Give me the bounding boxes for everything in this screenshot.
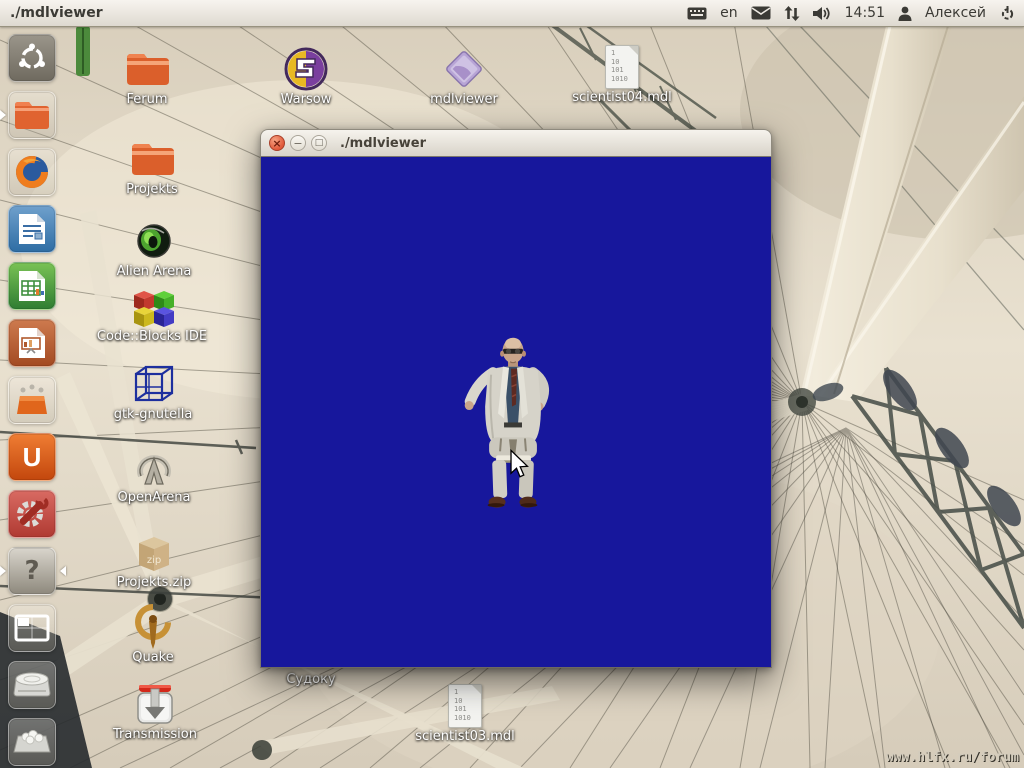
trash-icon bbox=[12, 728, 52, 756]
transmission-icon bbox=[133, 681, 177, 727]
purple-diamond-icon bbox=[442, 46, 486, 92]
hard-disk-icon bbox=[12, 669, 52, 701]
desktop-icon-scientist04-mdl[interactable]: 1 10 101 1010 scientist04.mdl bbox=[557, 44, 687, 105]
panel-app-title: ./mdlviewer bbox=[10, 5, 103, 21]
binary-document-icon: 1 10 101 1010 bbox=[605, 44, 639, 90]
maximize-button[interactable]: □ bbox=[311, 135, 327, 151]
dock-item-libreoffice-writer[interactable] bbox=[8, 205, 56, 253]
mail-icon[interactable] bbox=[751, 6, 771, 20]
zip-box-icon: zip bbox=[131, 529, 177, 575]
four-cubes-icon bbox=[128, 283, 176, 329]
dock-item-firefox[interactable] bbox=[8, 148, 56, 196]
dock-item-workspace-switcher[interactable] bbox=[8, 604, 56, 652]
dock-item-ubuntu-one[interactable]: U bbox=[8, 433, 56, 481]
desktop-icon-gtk-gnutella[interactable]: gtk-gnutella bbox=[88, 361, 218, 422]
dock-item-files[interactable] bbox=[8, 91, 56, 139]
dock-item-libreoffice-calc[interactable] bbox=[8, 262, 56, 310]
desktop-icon-label: mdlviewer bbox=[430, 93, 498, 107]
desktop-icon-projekts[interactable]: Projekts bbox=[87, 136, 217, 197]
desktop-icon-label: OpenArena bbox=[118, 491, 191, 505]
half-life-scientist-model bbox=[261, 157, 771, 667]
folder-icon bbox=[130, 136, 174, 182]
desktop-icon-label: Transmission bbox=[113, 728, 197, 742]
minimize-button[interactable]: − bbox=[290, 135, 306, 151]
top-panel: ./mdlviewer en 14:51 Алексей bbox=[0, 0, 1024, 27]
desktop-icon-label: scientist03.mdl bbox=[415, 730, 515, 744]
session-gear-icon[interactable] bbox=[999, 5, 1016, 22]
running-indicator-arrow bbox=[0, 110, 6, 120]
metallic-a-logo-icon bbox=[131, 444, 177, 490]
volume-icon[interactable] bbox=[813, 6, 832, 21]
ubuntu-one-u-glyph: U bbox=[23, 442, 42, 473]
desktop-icon-projekts-zip[interactable]: zip Projekts.zip bbox=[89, 529, 219, 590]
window-title: ./mdlviewer bbox=[340, 136, 426, 151]
firefox-icon bbox=[13, 153, 51, 191]
keyboard-layout-indicator[interactable]: en bbox=[720, 5, 738, 21]
zip-text: zip bbox=[147, 555, 161, 566]
close-button[interactable]: × bbox=[269, 135, 285, 151]
desktop-icon-codeblocks[interactable]: Code::Blocks IDE bbox=[87, 283, 217, 344]
desktop-icon-label: gtk-gnutella bbox=[114, 408, 193, 422]
launcher-dock: U ? bbox=[0, 26, 66, 768]
desktop-icon-label: Alien Arena bbox=[117, 265, 192, 279]
desktop-icon-sudoku[interactable]: Судоку bbox=[246, 672, 376, 687]
desktop-icon-ferum[interactable]: Ferum bbox=[82, 46, 212, 107]
software-center-bag-icon bbox=[14, 382, 50, 418]
gear-wrench-icon bbox=[14, 496, 50, 532]
impress-presentation-icon bbox=[17, 326, 47, 360]
warsow-logo-icon bbox=[284, 46, 328, 92]
window-titlebar[interactable]: × − □ ./mdlviewer bbox=[260, 129, 772, 157]
session-username[interactable]: Алексей bbox=[925, 5, 986, 21]
dock-item-mdlviewer-running[interactable]: ? bbox=[8, 547, 56, 595]
desktop-icon-openarena[interactable]: OpenArena bbox=[89, 444, 219, 505]
dock-item-hard-disk[interactable] bbox=[8, 661, 56, 709]
desktop-icon-label: Warsow bbox=[281, 93, 332, 107]
running-indicator-arrow bbox=[0, 566, 6, 576]
user-icon bbox=[898, 6, 912, 21]
workspaces-icon bbox=[13, 613, 51, 643]
folder-icon bbox=[13, 99, 51, 131]
desktop-icon-scientist03-mdl[interactable]: 1 10 101 1010 scientist03.mdl bbox=[400, 683, 530, 744]
desktop-icon-label: Quake bbox=[132, 651, 174, 665]
binary-document-icon: 1 10 101 1010 bbox=[448, 683, 482, 729]
desktop-icon-alien-arena[interactable]: Alien Arena bbox=[89, 218, 219, 279]
desktop-icon-label: scientist04.mdl bbox=[572, 91, 672, 105]
dock-item-libreoffice-impress[interactable] bbox=[8, 319, 56, 367]
dock-item-system-settings[interactable] bbox=[8, 490, 56, 538]
desktop-icon-label: Ferum bbox=[126, 93, 167, 107]
focused-indicator-arrow bbox=[60, 566, 66, 576]
desktop-icon-label: Code::Blocks IDE bbox=[97, 330, 207, 344]
dock-item-ubuntu-home[interactable] bbox=[8, 34, 56, 82]
writer-document-icon bbox=[17, 212, 47, 246]
folder-icon bbox=[125, 46, 169, 92]
desktop-icon-label: Судоку bbox=[286, 673, 335, 687]
ubuntu-logo-icon bbox=[15, 41, 49, 75]
clock[interactable]: 14:51 bbox=[845, 5, 885, 21]
model-viewport[interactable] bbox=[260, 157, 772, 668]
desktop-icon-mdlviewer[interactable]: mdlviewer bbox=[399, 46, 529, 107]
mdlviewer-window: × − □ ./mdlviewer bbox=[260, 129, 772, 668]
dock-item-software-center[interactable] bbox=[8, 376, 56, 424]
desktop-icon-label: Projekts bbox=[126, 183, 178, 197]
calc-spreadsheet-icon bbox=[17, 269, 47, 303]
desktop-icon-quake[interactable]: Quake bbox=[88, 604, 218, 665]
hlfx-forum-watermark: www.hlfx.ru/forum bbox=[886, 750, 1019, 765]
dock-item-trash[interactable] bbox=[8, 718, 56, 766]
sync-arrows-icon[interactable] bbox=[784, 6, 800, 21]
desktop-icon-transmission[interactable]: Transmission bbox=[90, 681, 220, 742]
alien-eye-orb-icon bbox=[136, 218, 172, 264]
wireframe-cube-icon bbox=[130, 361, 176, 407]
unknown-app-question-glyph: ? bbox=[24, 556, 39, 586]
desktop-icon-warsow[interactable]: Warsow bbox=[241, 46, 371, 107]
desktop-icon-label: Projekts.zip bbox=[117, 576, 191, 590]
keyboard-icon[interactable] bbox=[687, 7, 707, 20]
quake-logo-icon bbox=[131, 604, 175, 650]
